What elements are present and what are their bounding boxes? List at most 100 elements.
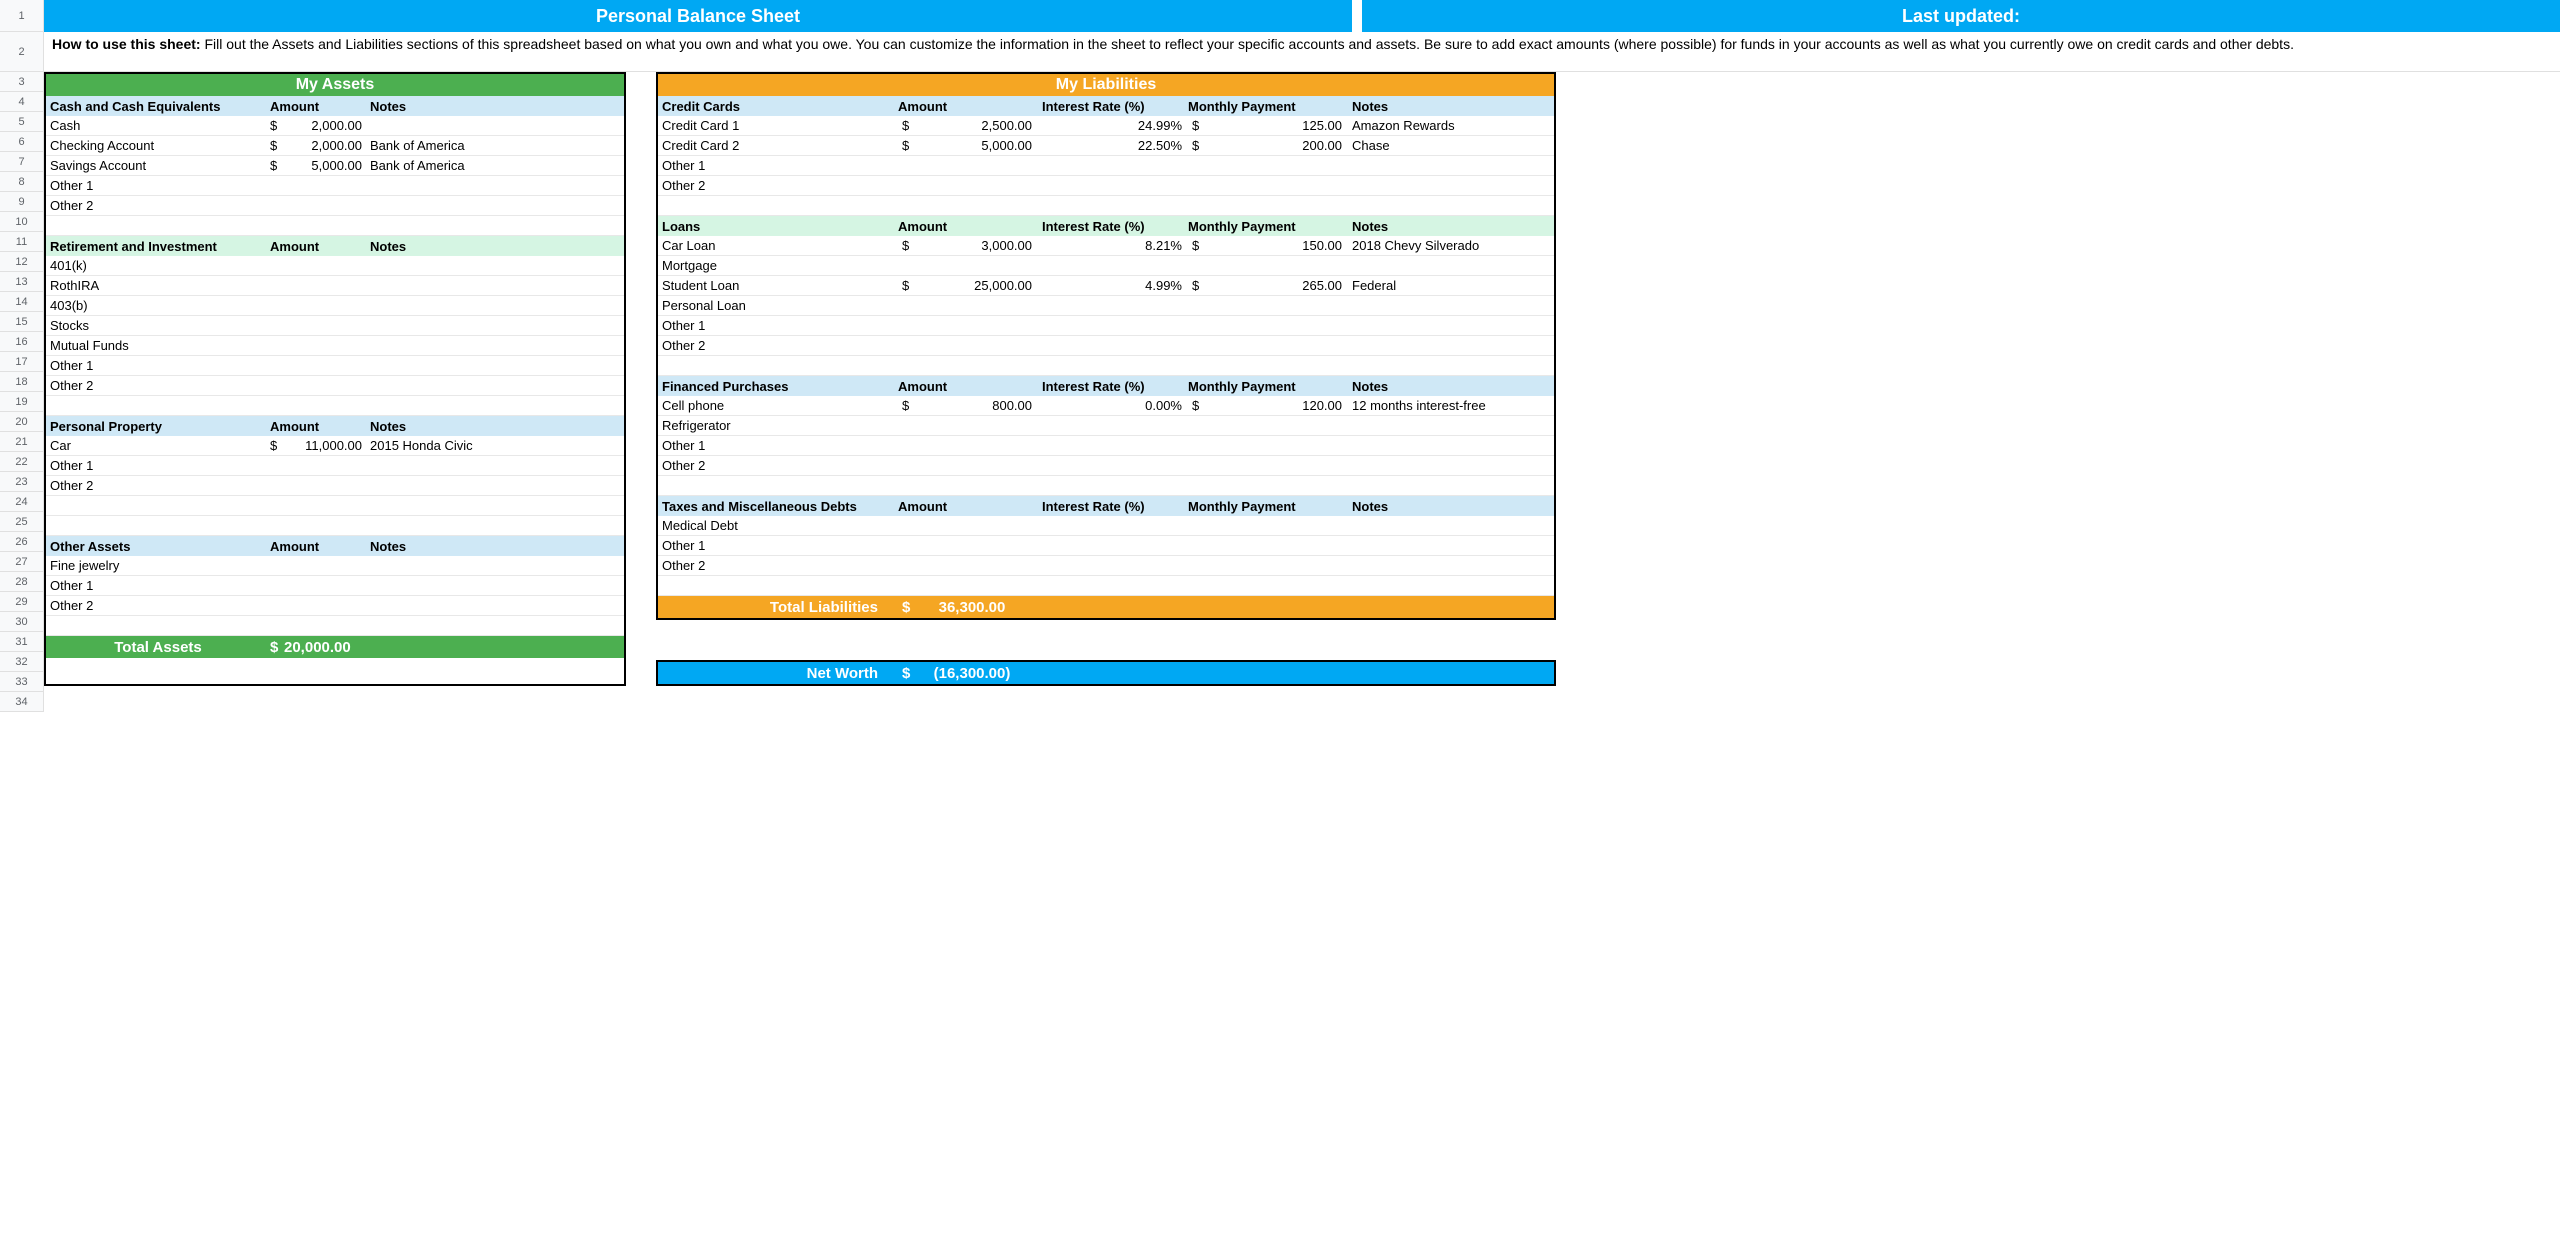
cell-label[interactable]: Other 1: [46, 358, 266, 373]
row-number[interactable]: 27: [0, 552, 43, 572]
row-number[interactable]: 25: [0, 512, 43, 532]
row-number[interactable]: 8: [0, 172, 43, 192]
cell-amount[interactable]: $800.00: [898, 398, 1038, 413]
data-row[interactable]: Other 1: [46, 356, 624, 376]
cell-amount[interactable]: $25,000.00: [898, 278, 1038, 293]
data-row[interactable]: Stocks: [46, 316, 624, 336]
cash-header[interactable]: Cash and Cash Equivalents Amount Notes: [46, 96, 624, 116]
row-number[interactable]: 24: [0, 492, 43, 512]
data-row[interactable]: Car $11,000.00 2015 Honda Civic: [46, 436, 624, 456]
data-row[interactable]: Medical Debt: [658, 516, 1554, 536]
cell-label[interactable]: Other 2: [46, 378, 266, 393]
cell-label[interactable]: Medical Debt: [658, 518, 898, 533]
retirement-header[interactable]: Retirement and Investment Amount Notes: [46, 236, 624, 256]
data-row[interactable]: Car Loan $3,000.00 8.21% $150.00 2018 Ch…: [658, 236, 1554, 256]
property-header[interactable]: Personal Property Amount Notes: [46, 416, 624, 436]
data-row[interactable]: Mortgage: [658, 256, 1554, 276]
data-row[interactable]: Other 2: [658, 556, 1554, 576]
assets-title[interactable]: My Assets: [46, 74, 624, 96]
cell-label[interactable]: Checking Account: [46, 138, 266, 153]
last-updated-label[interactable]: Last updated:: [1362, 0, 2560, 32]
cell-label[interactable]: Cell phone: [658, 398, 898, 413]
cell-label[interactable]: Other 1: [46, 178, 266, 193]
cell-label[interactable]: Other 2: [658, 178, 898, 193]
cell-label[interactable]: Mortgage: [658, 258, 898, 273]
row-number[interactable]: 26: [0, 532, 43, 552]
data-row[interactable]: Other 1: [46, 456, 624, 476]
data-row[interactable]: Refrigerator: [658, 416, 1554, 436]
loans-header[interactable]: Loans Amount Interest Rate (%) Monthly P…: [658, 216, 1554, 236]
total-liabilities-row[interactable]: Total Liabilities $36,300.00: [658, 596, 1554, 618]
sheet-title[interactable]: Personal Balance Sheet: [44, 0, 1354, 32]
spacer-row[interactable]: [46, 516, 624, 536]
data-row[interactable]: Fine jewelry: [46, 556, 624, 576]
data-row[interactable]: Other 2: [658, 176, 1554, 196]
spacer-row[interactable]: [658, 356, 1554, 376]
cell-label[interactable]: Other 2: [658, 458, 898, 473]
data-row[interactable]: Mutual Funds: [46, 336, 624, 356]
data-row[interactable]: Other 1: [658, 436, 1554, 456]
cell-label[interactable]: Personal Loan: [658, 298, 898, 313]
row-number[interactable]: 7: [0, 152, 43, 172]
cell-label[interactable]: 403(b): [46, 298, 266, 313]
cell-rate[interactable]: 24.99%: [1038, 118, 1188, 133]
row-number[interactable]: 17: [0, 352, 43, 372]
cell-notes[interactable]: 12 months interest-free: [1348, 398, 1554, 413]
data-row[interactable]: Checking Account $2,000.00 Bank of Ameri…: [46, 136, 624, 156]
cell-label[interactable]: Credit Card 2: [658, 138, 898, 153]
cell-label[interactable]: Student Loan: [658, 278, 898, 293]
credit-header[interactable]: Credit Cards Amount Interest Rate (%) Mo…: [658, 96, 1554, 116]
row-number[interactable]: 4: [0, 92, 43, 112]
row-number[interactable]: 15: [0, 312, 43, 332]
data-row[interactable]: Cell phone $800.00 0.00% $120.00 12 mont…: [658, 396, 1554, 416]
cell-amount[interactable]: $3,000.00: [898, 238, 1038, 253]
cell-amount[interactable]: $5,000.00: [898, 138, 1038, 153]
cell-label[interactable]: Other 1: [658, 438, 898, 453]
data-row[interactable]: Student Loan $25,000.00 4.99% $265.00 Fe…: [658, 276, 1554, 296]
row-number[interactable]: 34: [0, 692, 43, 712]
row-number[interactable]: 20: [0, 412, 43, 432]
row-number[interactable]: 16: [0, 332, 43, 352]
row-number[interactable]: 12: [0, 252, 43, 272]
data-row[interactable]: Other 1: [46, 176, 624, 196]
cell-amount[interactable]: $2,000.00: [266, 118, 366, 133]
row-number[interactable]: 22: [0, 452, 43, 472]
row-number[interactable]: 32: [0, 652, 43, 672]
data-row[interactable]: Personal Loan: [658, 296, 1554, 316]
cell-label[interactable]: Mutual Funds: [46, 338, 266, 353]
cell-notes[interactable]: Amazon Rewards: [1348, 118, 1554, 133]
total-assets-row[interactable]: Total Assets $20,000.00: [46, 636, 624, 658]
liabilities-title[interactable]: My Liabilities: [658, 74, 1554, 96]
instructions-cell[interactable]: How to use this sheet: Fill out the Asse…: [44, 32, 2560, 72]
networth-row[interactable]: Net Worth $(16,300.00): [658, 662, 1554, 684]
data-row[interactable]: Other 2: [658, 456, 1554, 476]
row-number[interactable]: 29: [0, 592, 43, 612]
cell-label[interactable]: Stocks: [46, 318, 266, 333]
row-number[interactable]: 19: [0, 392, 43, 412]
cell-amount[interactable]: $2,500.00: [898, 118, 1038, 133]
row-number[interactable]: 1: [0, 0, 43, 32]
spacer-row[interactable]: [658, 476, 1554, 496]
other-assets-header[interactable]: Other Assets Amount Notes: [46, 536, 624, 556]
cell-label[interactable]: 401(k): [46, 258, 266, 273]
cell-label[interactable]: Fine jewelry: [46, 558, 266, 573]
row-number[interactable]: 14: [0, 292, 43, 312]
cell-amount[interactable]: $2,000.00: [266, 138, 366, 153]
data-row[interactable]: Cash $2,000.00: [46, 116, 624, 136]
cell-label[interactable]: Other 1: [658, 538, 898, 553]
spacer-row[interactable]: [46, 216, 624, 236]
data-row[interactable]: Other 2: [46, 476, 624, 496]
row-number[interactable]: 11: [0, 232, 43, 252]
cell-label[interactable]: Cash: [46, 118, 266, 133]
cell-label[interactable]: Other 2: [658, 558, 898, 573]
row-number[interactable]: 18: [0, 372, 43, 392]
cell-notes[interactable]: Federal: [1348, 278, 1554, 293]
cell-label[interactable]: Refrigerator: [658, 418, 898, 433]
cell-label[interactable]: Credit Card 1: [658, 118, 898, 133]
cell-label[interactable]: Other 2: [46, 198, 266, 213]
data-row[interactable]: Other 1: [658, 156, 1554, 176]
cell-notes[interactable]: Bank of America: [366, 158, 624, 173]
row-number[interactable]: 9: [0, 192, 43, 212]
row-number[interactable]: 31: [0, 632, 43, 652]
cell-label[interactable]: Other 2: [658, 338, 898, 353]
